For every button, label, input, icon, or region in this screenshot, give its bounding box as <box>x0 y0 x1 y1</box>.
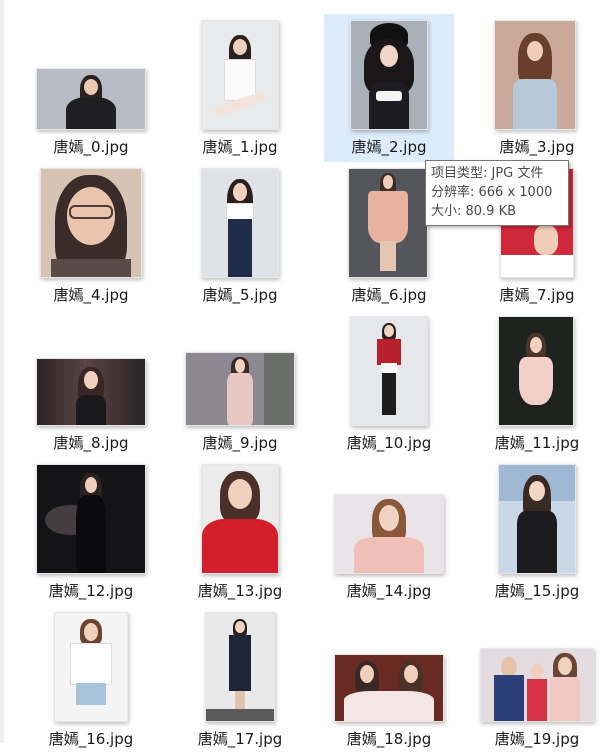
image-thumbnail <box>494 20 576 130</box>
file-item[interactable]: 唐嫣_16.jpg <box>26 606 156 754</box>
image-thumbnail <box>498 316 574 426</box>
image-thumbnail <box>350 20 428 130</box>
file-item[interactable]: 唐嫣_9.jpg <box>175 310 305 458</box>
file-name: 唐嫣_13.jpg <box>197 582 283 600</box>
image-thumbnail <box>36 464 146 574</box>
file-name: 唐嫣_14.jpg <box>346 582 432 600</box>
file-info-tooltip: 项目类型: JPG 文件 分辨率: 666 x 1000 大小: 80.9 KB <box>425 160 569 226</box>
image-thumbnail <box>201 20 279 130</box>
image-thumbnail <box>334 494 444 574</box>
image-thumbnail <box>201 464 279 574</box>
image-thumbnail <box>54 612 128 722</box>
file-name: 唐嫣_3.jpg <box>499 138 575 156</box>
image-thumbnail <box>36 68 146 130</box>
file-name: 唐嫣_8.jpg <box>53 434 129 452</box>
file-item[interactable]: 唐嫣_19.jpg <box>472 606 600 754</box>
image-thumbnail <box>348 168 428 278</box>
file-item[interactable]: 唐嫣_1.jpg <box>175 14 305 162</box>
file-name: 唐嫣_18.jpg <box>346 730 432 748</box>
file-name: 唐嫣_0.jpg <box>53 138 129 156</box>
file-item[interactable]: 唐嫣_15.jpg <box>472 458 600 606</box>
image-thumbnail <box>40 168 142 278</box>
tooltip-type: 项目类型: JPG 文件 <box>431 166 544 181</box>
file-item[interactable]: 唐嫣_17.jpg <box>175 606 305 754</box>
file-item[interactable]: 唐嫣_4.jpg <box>26 162 156 310</box>
file-name: 唐嫣_1.jpg <box>202 138 278 156</box>
file-item[interactable]: 唐嫣_11.jpg <box>472 310 600 458</box>
file-item[interactable]: 唐嫣_18.jpg <box>324 606 454 754</box>
image-thumbnail <box>185 352 295 426</box>
file-grid: 唐嫣_0.jpg 唐嫣_1.jpg 唐嫣_2.jpg 唐嫣_3.jpg 唐嫣_4… <box>0 0 600 748</box>
image-thumbnail <box>36 358 146 426</box>
file-item[interactable]: 唐嫣_5.jpg <box>175 162 305 310</box>
file-name: 唐嫣_9.jpg <box>202 434 278 452</box>
file-item[interactable]: 唐嫣_2.jpg <box>324 14 454 162</box>
file-name: 唐嫣_7.jpg <box>499 286 575 304</box>
file-item[interactable]: 唐嫣_12.jpg <box>26 458 156 606</box>
file-name: 唐嫣_12.jpg <box>48 582 134 600</box>
file-name: 唐嫣_11.jpg <box>494 434 580 452</box>
image-thumbnail <box>205 612 275 722</box>
file-name: 唐嫣_4.jpg <box>53 286 129 304</box>
image-thumbnail <box>201 168 279 278</box>
image-thumbnail <box>498 464 576 574</box>
file-name: 唐嫣_15.jpg <box>494 582 580 600</box>
image-thumbnail <box>334 654 444 722</box>
file-item[interactable]: 唐嫣_8.jpg <box>26 310 156 458</box>
file-name: 唐嫣_16.jpg <box>48 730 134 748</box>
file-item[interactable]: 唐嫣_0.jpg <box>26 14 156 162</box>
file-name: 唐嫣_19.jpg <box>494 730 580 748</box>
file-name: 唐嫣_2.jpg <box>351 138 427 156</box>
file-item[interactable]: 唐嫣_13.jpg <box>175 458 305 606</box>
tooltip-resolution: 分辨率: 666 x 1000 <box>431 185 553 200</box>
image-thumbnail <box>350 316 428 426</box>
tooltip-size: 大小: 80.9 KB <box>431 204 517 219</box>
file-name: 唐嫣_6.jpg <box>351 286 427 304</box>
file-name: 唐嫣_10.jpg <box>346 434 432 452</box>
file-item[interactable]: 唐嫣_3.jpg <box>472 14 600 162</box>
file-name: 唐嫣_5.jpg <box>202 286 278 304</box>
file-item[interactable]: 唐嫣_10.jpg <box>324 310 454 458</box>
file-item[interactable]: 唐嫣_14.jpg <box>324 458 454 606</box>
file-name: 唐嫣_17.jpg <box>197 730 283 748</box>
image-thumbnail <box>480 648 594 722</box>
